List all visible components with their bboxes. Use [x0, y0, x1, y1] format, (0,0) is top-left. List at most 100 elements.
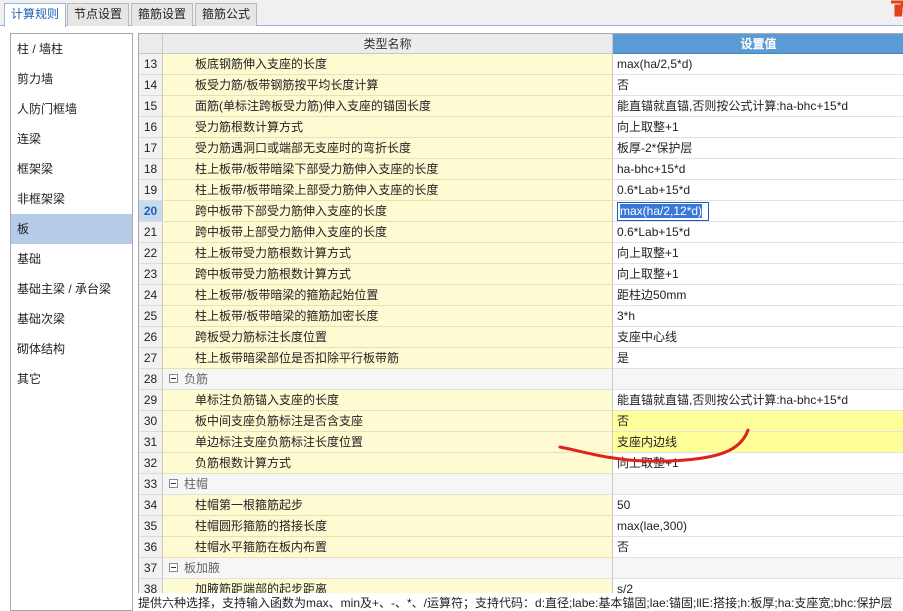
table-row[interactable]: 23 跨中板带受力筋根数计算方式 向上取整+1: [139, 264, 903, 285]
row-number: 33: [139, 474, 163, 495]
group-row-column-cap[interactable]: 33 柱帽: [139, 474, 903, 495]
row-number: 32: [139, 453, 163, 474]
collapse-icon[interactable]: [169, 374, 178, 384]
table-row-highlighted[interactable]: 31 单边标注支座负筋标注长度位置 支座内边线: [139, 432, 903, 453]
sidebar-item-coupling-beam[interactable]: 连梁: [11, 124, 132, 154]
row-value[interactable]: 支座中心线: [613, 327, 903, 348]
table-row-current[interactable]: 20 跨中板带下部受力筋伸入支座的长度 max(ha/2,12*d): [139, 201, 903, 222]
row-number: 34: [139, 495, 163, 516]
row-name: 柱上板带/板带暗梁的箍筋起始位置: [163, 285, 613, 306]
row-value[interactable]: 50: [613, 495, 903, 516]
row-value[interactable]: 是: [613, 348, 903, 369]
row-value[interactable]: 板厚-2*保护层: [613, 138, 903, 159]
row-value[interactable]: 否: [613, 537, 903, 558]
row-value[interactable]: 向上取整+1: [613, 453, 903, 474]
row-value[interactable]: 向上取整+1: [613, 264, 903, 285]
table-row[interactable]: 14 板受力筋/板带钢筋按平均长度计算否: [139, 75, 903, 96]
table-row[interactable]: 16 受力筋根数计算方式 向上取整+1: [139, 117, 903, 138]
row-number: 20: [139, 201, 163, 222]
collapse-icon[interactable]: [169, 479, 178, 489]
row-value[interactable]: max(ha/2,5*d): [613, 54, 903, 75]
row-value[interactable]: 0.6*Lab+15*d: [613, 180, 903, 201]
table-row[interactable]: 32 负筋根数计算方式 向上取整+1: [139, 453, 903, 474]
row-value[interactable]: 3*h: [613, 306, 903, 327]
row-name: 柱上板带/板带暗梁上部受力筋伸入支座的长度: [163, 180, 613, 201]
row-name: 面筋(单标注跨板受力筋)伸入支座的锚固长度: [163, 96, 613, 117]
row-name: 柱帽第一根箍筋起步: [163, 495, 613, 516]
settings-grid: 类型名称 设置值 13 板底钢筋伸入支座的长度 max(ha/2,5*d) 14 板受…: [138, 33, 903, 593]
sidebar-item-shear-wall[interactable]: 剪力墙: [11, 64, 132, 94]
group-name[interactable]: 板加腋: [163, 558, 613, 579]
table-row[interactable]: 27 柱上板带暗梁部位是否扣除平行板带筋是: [139, 348, 903, 369]
table-row[interactable]: 29 单标注负筋锚入支座的长度 能直锚就直锚,否则按公式计算:ha-bhc+15*d: [139, 390, 903, 411]
row-value-editor[interactable]: max(ha/2,12*d): [613, 201, 903, 222]
tab-node-settings[interactable]: 节点设置: [67, 3, 130, 26]
sidebar-item-column[interactable]: 柱 / 墙柱: [11, 34, 132, 64]
group-row-slab-haunch[interactable]: 37 板加腋: [139, 558, 903, 579]
row-number: 24: [139, 285, 163, 306]
row-number: 28: [139, 369, 163, 390]
row-name: 跨中板带下部受力筋伸入支座的长度: [163, 201, 613, 222]
table-row[interactable]: 34 柱帽第一根箍筋起步 50: [139, 495, 903, 516]
row-value[interactable]: 向上取整+1: [613, 243, 903, 264]
row-value[interactable]: 否: [613, 75, 903, 96]
row-value[interactable]: s/2: [613, 579, 903, 593]
row-value[interactable]: 能直锚就直锚,否则按公式计算:ha-bhc+15*d: [613, 390, 903, 411]
row-value[interactable]: 距柱边50mm: [613, 285, 903, 306]
sidebar-item-other[interactable]: 其它: [11, 364, 132, 394]
table-row[interactable]: 38 加腋筋距端部的起步距离 s/2: [139, 579, 903, 593]
table-row[interactable]: 25 柱上板带/板带暗梁的箍筋加密长度 3*h: [139, 306, 903, 327]
row-value[interactable]: max(lae,300): [613, 516, 903, 537]
sidebar-item-masonry[interactable]: 砌体结构: [11, 334, 132, 364]
row-number: 27: [139, 348, 163, 369]
table-row[interactable]: 21 跨中板带上部受力筋伸入支座的长度 0.6*Lab+15*d: [139, 222, 903, 243]
sidebar-item-non-frame-beam[interactable]: 非框架梁: [11, 184, 132, 214]
row-number: 22: [139, 243, 163, 264]
tab-stirrup-formula[interactable]: 箍筋公式: [195, 3, 258, 26]
table-row[interactable]: 15 面筋(单标注跨板受力筋)伸入支座的锚固长度 能直锚就直锚,否则按公式计算:ha…: [139, 96, 903, 117]
row-value[interactable]: ha-bhc+15*d: [613, 159, 903, 180]
table-row[interactable]: 36 柱帽水平箍筋在板内布置否: [139, 537, 903, 558]
row-number: 36: [139, 537, 163, 558]
row-number: 14: [139, 75, 163, 96]
column-header-value[interactable]: 设置值: [613, 34, 903, 54]
table-row-highlighted[interactable]: 30 板中间支座负筋标注是否含支座否: [139, 411, 903, 432]
row-name: 跨中板带上部受力筋伸入支座的长度: [163, 222, 613, 243]
row-name: 板底钢筋伸入支座的长度: [163, 54, 613, 75]
row-value[interactable]: 否: [613, 411, 903, 432]
sidebar-item-civil-defense-door[interactable]: 人防门框墙: [11, 94, 132, 124]
tab-calc-rules[interactable]: 计算规则: [4, 3, 67, 27]
group-name[interactable]: 柱帽: [163, 474, 613, 495]
sidebar-item-slab[interactable]: 板: [11, 214, 132, 244]
value-edit-box[interactable]: max(ha/2,12*d): [617, 202, 709, 221]
collapse-icon[interactable]: [169, 563, 178, 573]
table-row[interactable]: 18 柱上板带/板带暗梁下部受力筋伸入支座的长度 ha-bhc+15*d: [139, 159, 903, 180]
row-number: 26: [139, 327, 163, 348]
table-row[interactable]: 22 柱上板带受力筋根数计算方式 向上取整+1: [139, 243, 903, 264]
row-name: 柱上板带/板带暗梁下部受力筋伸入支座的长度: [163, 159, 613, 180]
tab-stirrup-settings[interactable]: 箍筋设置: [131, 3, 194, 26]
row-name: 柱上板带/板带暗梁的箍筋加密长度: [163, 306, 613, 327]
table-row[interactable]: 19 柱上板带/板带暗梁上部受力筋伸入支座的长度 0.6*Lab+15*d: [139, 180, 903, 201]
sidebar-item-foundation-secondary-beam[interactable]: 基础次梁: [11, 304, 132, 334]
column-header-name[interactable]: 类型名称: [163, 34, 613, 54]
sidebar-item-foundation[interactable]: 基础: [11, 244, 132, 274]
row-name: 板中间支座负筋标注是否含支座: [163, 411, 613, 432]
sidebar-item-frame-beam[interactable]: 框架梁: [11, 154, 132, 184]
group-name[interactable]: 负筋: [163, 369, 613, 390]
table-row[interactable]: 13 板底钢筋伸入支座的长度 max(ha/2,5*d): [139, 54, 903, 75]
table-row[interactable]: 26 跨板受力筋标注长度位置 支座中心线: [139, 327, 903, 348]
row-value[interactable]: 能直锚就直锚,否则按公式计算:ha-bhc+15*d: [613, 96, 903, 117]
table-row[interactable]: 35 柱帽圆形箍筋的搭接长度 max(lae,300): [139, 516, 903, 537]
row-name: 柱帽圆形箍筋的搭接长度: [163, 516, 613, 537]
row-value[interactable]: 向上取整+1: [613, 117, 903, 138]
row-value[interactable]: 0.6*Lab+15*d: [613, 222, 903, 243]
table-row[interactable]: 17 受力筋遇洞口或端部无支座时的弯折长度 板厚-2*保护层: [139, 138, 903, 159]
selected-text[interactable]: max(ha/2,12*d): [620, 204, 703, 218]
group-row-negative-rebar[interactable]: 28 负筋: [139, 369, 903, 390]
sidebar-item-foundation-main-beam[interactable]: 基础主梁 / 承台梁: [11, 274, 132, 304]
row-name: 受力筋根数计算方式: [163, 117, 613, 138]
row-name: 柱上板带受力筋根数计算方式: [163, 243, 613, 264]
table-row[interactable]: 24 柱上板带/板带暗梁的箍筋起始位置 距柱边50mm: [139, 285, 903, 306]
row-value[interactable]: 支座内边线: [613, 432, 903, 453]
